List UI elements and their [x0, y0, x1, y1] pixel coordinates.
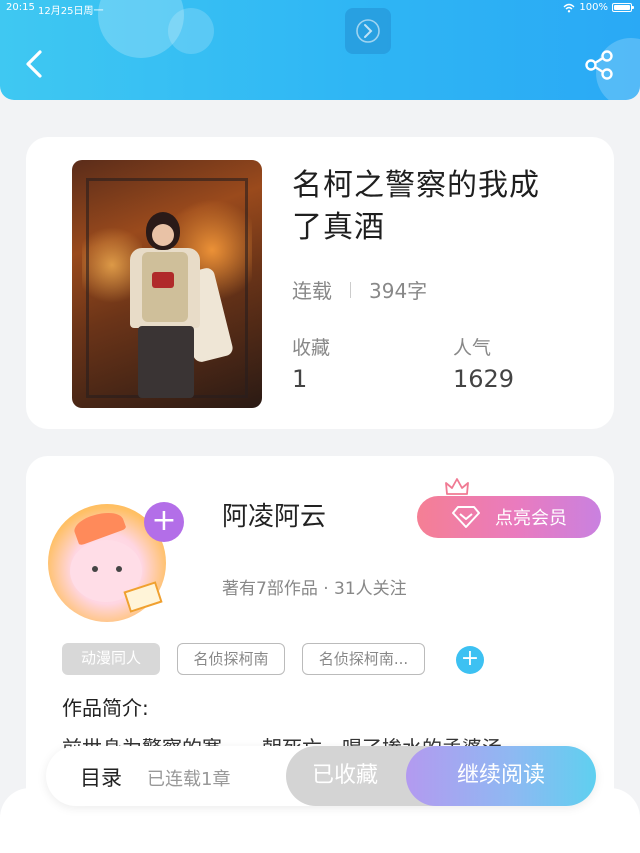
tag-item[interactable]: 名侦探柯南... — [302, 643, 425, 675]
status-bar: 20:15 12月25日周一 100% — [0, 0, 640, 18]
book-status: 连载 — [292, 279, 332, 303]
battery-percent: 100% — [579, 2, 608, 13]
chevron-right-icon — [356, 19, 380, 43]
avatar-eye — [116, 566, 122, 572]
wifi-icon — [563, 3, 575, 12]
status-time: 20:15 — [6, 2, 35, 13]
continue-reading-button[interactable]: 继续阅读 — [406, 746, 596, 806]
intro-label: 作品简介: — [62, 696, 149, 720]
add-tag-button[interactable]: + — [456, 646, 484, 674]
cover-camera — [152, 272, 174, 288]
status-right: 100% — [563, 2, 634, 13]
book-cover[interactable] — [72, 160, 262, 408]
status-date: 12月25日周一 — [38, 6, 104, 17]
favorites-value: 1 — [292, 365, 308, 393]
book-meta: 连载 394字 — [292, 275, 427, 304]
author-name[interactable]: 阿凌阿云 — [222, 496, 326, 533]
cover-figure-face — [152, 224, 174, 246]
tag-item[interactable]: 名侦探柯南 — [177, 643, 285, 675]
book-title: 名柯之警察的我成 了真酒 — [292, 165, 572, 249]
plus-icon: + — [151, 503, 177, 538]
vip-button-label: 点亮会员 — [495, 508, 567, 529]
diamond-icon — [452, 506, 480, 528]
author-stats: 著有7部作品 · 31人关注 — [222, 579, 407, 599]
plus-icon: + — [460, 646, 480, 671]
book-word-count: 394字 — [369, 279, 428, 303]
book-info-card: 名柯之警察的我成 了真酒 连载 394字 收藏 1 人气 1629 — [26, 137, 614, 429]
tag-item[interactable]: 动漫同人 — [62, 643, 160, 675]
crown-icon — [445, 478, 469, 495]
toc-button[interactable]: 目录 — [80, 762, 122, 792]
meta-divider — [350, 281, 351, 298]
back-button[interactable] — [20, 46, 50, 82]
vip-button[interactable]: 点亮会员 — [417, 496, 601, 538]
share-icon — [585, 50, 613, 80]
favorites-label: 收藏 — [292, 337, 331, 359]
cover-figure-legs — [138, 326, 194, 398]
top-header: 20:15 12月25日周一 100% — [0, 0, 640, 100]
next-chapter-button[interactable] — [345, 8, 391, 54]
popularity-value: 1629 — [453, 365, 515, 393]
popularity-label: 人气 — [453, 337, 492, 359]
battery-icon — [612, 3, 634, 12]
follow-author-button[interactable]: + — [144, 502, 184, 542]
share-button[interactable] — [582, 48, 616, 82]
chevron-left-icon — [26, 50, 42, 78]
book-title-line: 了真酒 — [292, 210, 385, 245]
avatar-eye — [92, 566, 98, 572]
toc-status: 已连载1章 — [147, 769, 231, 790]
book-title-line: 名柯之警察的我成 — [292, 168, 540, 203]
